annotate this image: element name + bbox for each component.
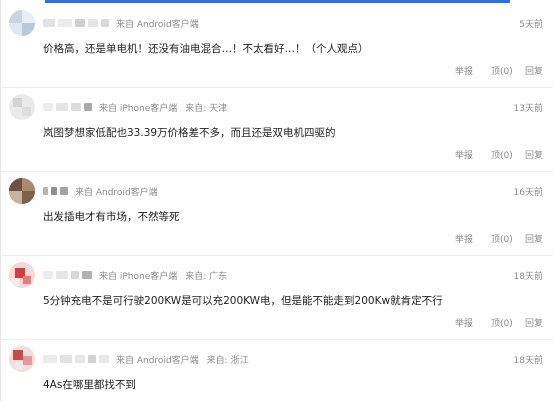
report-link[interactable]: 举报	[455, 232, 491, 245]
avatar[interactable]	[9, 346, 35, 372]
reply-button[interactable]: 回复	[525, 148, 543, 161]
comment-actions: 举报 顶(0) 回复	[455, 316, 543, 329]
user-location: 来自: 天津	[185, 103, 228, 114]
comment-actions: 举报 顶(0) 回复	[455, 148, 543, 161]
like-button[interactable]: 顶(0)	[491, 316, 525, 329]
avatar[interactable]	[9, 178, 35, 204]
comment-time: 5天前	[519, 20, 543, 30]
like-button[interactable]: 顶(0)	[491, 64, 525, 77]
reply-button[interactable]: 回复	[525, 232, 543, 245]
comment-meta: 来自 iPhone客户端 来自: 广东	[43, 268, 227, 282]
like-button[interactable]: 顶(0)	[491, 232, 525, 245]
user-location: 来自: 广东	[185, 271, 228, 282]
report-link[interactable]: 举报	[455, 316, 491, 329]
client-source: 来自 Android客户端	[116, 355, 199, 366]
comment-item: 来自 iPhone客户端 来自: 天津 13天前 岚图梦想家低配也33.39万价…	[0, 88, 553, 172]
comment-time: 18天前	[513, 356, 543, 366]
reply-button[interactable]: 回复	[525, 64, 543, 77]
client-source: 来自 Android客户端	[75, 187, 158, 198]
avatar[interactable]	[9, 94, 35, 120]
comment-text: 岚图梦想家低配也33.39万价格差不多，而且还是双电机四驱的	[43, 127, 336, 139]
like-button[interactable]: 顶(0)	[491, 148, 525, 161]
comment-text: 4As在哪里都找不到	[43, 379, 136, 391]
comment-actions: 举报 顶(0) 回复	[455, 64, 543, 77]
comment-time: 16天前	[513, 188, 543, 198]
username-blurred[interactable]	[43, 355, 57, 363]
comment-actions: 举报 顶(0) 回复	[455, 232, 543, 245]
comment-time: 13天前	[513, 104, 543, 114]
top-accent-bar	[45, 0, 510, 3]
avatar[interactable]	[9, 262, 35, 288]
comment-text: 价格高，还是单电机！还没有油电混合…！不太看好…！（个人观点）	[43, 43, 369, 55]
report-link[interactable]: 举报	[455, 148, 491, 161]
comment-item: 来自 Android客户端 16天前 出发插电才有市场，不然等死 举报 顶(0)…	[0, 172, 553, 256]
client-source: 来自 iPhone客户端	[99, 271, 178, 282]
comment-meta: 来自 Android客户端	[43, 16, 199, 30]
username-blurred[interactable]	[43, 103, 53, 111]
username-blurred[interactable]	[43, 19, 55, 27]
comment-item: 来自 Android客户端 5天前 价格高，还是单电机！还没有油电混合…！不太看…	[0, 4, 553, 88]
reply-button[interactable]: 回复	[525, 316, 543, 329]
username-blurred[interactable]	[43, 187, 48, 195]
username-blurred[interactable]	[43, 271, 53, 279]
comment-text: 5分钟充电不是可行驶200KW是可以充200KW电，但是能不能走到200Kw就肯…	[43, 295, 443, 307]
avatar[interactable]	[9, 10, 35, 36]
comment-item: 来自 iPhone客户端 来自: 广东 18天前 5分钟充电不是可行驶200KW…	[0, 256, 553, 340]
user-location: 来自: 浙江	[206, 355, 249, 366]
report-link[interactable]: 举报	[455, 64, 491, 77]
comment-item: 来自 Android客户端 来自: 浙江 18天前 4As在哪里都找不到	[0, 340, 553, 401]
comment-meta: 来自 Android客户端 来自: 浙江	[43, 352, 249, 366]
comment-meta: 来自 Android客户端	[43, 184, 158, 198]
comment-meta: 来自 iPhone客户端 来自: 天津	[43, 100, 227, 114]
comment-time: 18天前	[513, 272, 543, 282]
client-source: 来自 Android客户端	[116, 19, 199, 30]
client-source: 来自 iPhone客户端	[99, 103, 178, 114]
comment-text: 出发插电才有市场，不然等死	[43, 211, 180, 223]
